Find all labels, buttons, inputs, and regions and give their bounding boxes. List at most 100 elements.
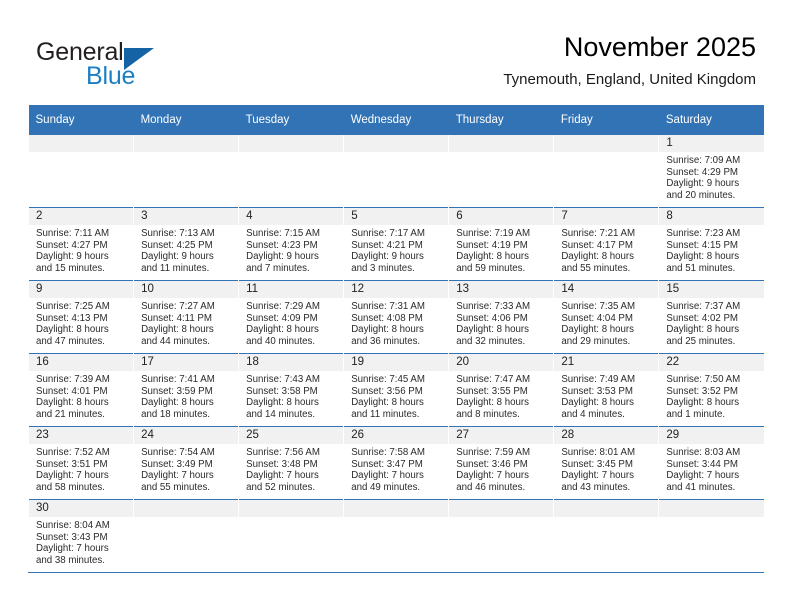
sunrise-time: Sunrise: 7:35 AM (561, 301, 636, 312)
day-details: Sunrise: 7:58 AM Sunset: 3:47 PM Daylight:… (344, 444, 448, 493)
day-number: 4 (239, 208, 344, 225)
sunset-time: Sunset: 3:49 PM (141, 458, 213, 470)
day-details: Sunrise: 8:03 AM Sunset: 3:44 PM Daylight:… (659, 444, 764, 493)
calendar-day-cell[interactable]: 22 Sunrise: 7:50 AM Sunset: 3:52 PM Dayligh… (658, 353, 764, 427)
calendar-day-cell[interactable]: 16 Sunrise: 7:39 AM Sunset: 4:01 PM Dayligh… (27, 353, 134, 427)
sunset-time: Sunset: 4:27 PM (36, 239, 108, 251)
daylight-duration-line1: Daylight: 8 hours (246, 324, 319, 336)
sunset-time: Sunset: 4:02 PM (666, 312, 738, 324)
day-number (344, 500, 449, 517)
sunrise-time: Sunrise: 7:47 AM (456, 374, 531, 385)
day-details: Sunrise: 7:27 AM Sunset: 4:11 PM Daylight:… (134, 298, 238, 347)
daylight-duration-line1: Daylight: 8 hours (36, 324, 109, 336)
calendar-day-cell[interactable]: 4 Sunrise: 7:15 AM Sunset: 4:23 PM Daylight… (238, 207, 344, 281)
day-details: Sunrise: 7:49 AM Sunset: 3:53 PM Daylight:… (554, 371, 658, 420)
weekday-header-monday: Monday (133, 105, 239, 135)
day-number: 23 (29, 427, 134, 444)
day-details: Sunrise: 7:50 AM Sunset: 3:52 PM Daylight:… (659, 371, 764, 420)
calendar-day-cell[interactable]: 27 Sunrise: 7:59 AM Sunset: 3:46 PM Dayligh… (448, 426, 554, 500)
sunset-time: Sunset: 3:59 PM (141, 385, 213, 397)
sunset-time: Sunset: 4:19 PM (456, 239, 528, 251)
daylight-duration-line2: and 18 minutes. (141, 408, 210, 420)
daylight-duration-line2: and 11 minutes. (351, 408, 420, 420)
daylight-duration-line1: Daylight: 7 hours (666, 470, 740, 482)
day-number: 10 (134, 281, 239, 298)
sunset-time: Sunset: 3:51 PM (36, 458, 108, 470)
sunrise-time: Sunrise: 7:59 AM (456, 447, 531, 458)
calendar-day-cell[interactable]: 6 Sunrise: 7:19 AM Sunset: 4:19 PM Daylight… (448, 207, 554, 281)
day-details: Sunrise: 7:43 AM Sunset: 3:58 PM Daylight:… (239, 371, 343, 420)
calendar-day-cell[interactable]: 26 Sunrise: 7:58 AM Sunset: 3:47 PM Dayligh… (343, 426, 449, 500)
calendar-day-cell[interactable]: 20 Sunrise: 7:47 AM Sunset: 3:55 PM Dayligh… (448, 353, 554, 427)
sunset-time: Sunset: 4:01 PM (36, 385, 108, 397)
day-number (449, 135, 554, 152)
day-number: 6 (449, 208, 554, 225)
calendar-day-cell[interactable]: 8 Sunrise: 7:23 AM Sunset: 4:15 PM Daylight… (658, 207, 764, 281)
day-details: Sunrise: 7:47 AM Sunset: 3:55 PM Daylight:… (449, 371, 553, 420)
day-details: Sunrise: 8:01 AM Sunset: 3:45 PM Daylight:… (554, 444, 658, 493)
sunrise-time: Sunrise: 7:45 AM (351, 374, 425, 385)
calendar-day-cell[interactable]: 29 Sunrise: 8:03 AM Sunset: 3:44 PM Dayligh… (658, 426, 764, 500)
sunset-time: Sunset: 4:15 PM (666, 239, 738, 251)
calendar-day-cell[interactable]: 14 Sunrise: 7:35 AM Sunset: 4:04 PM Dayligh… (553, 280, 659, 354)
calendar-day-cell[interactable]: 13 Sunrise: 7:33 AM Sunset: 4:06 PM Dayligh… (448, 280, 554, 354)
day-details: Sunrise: 7:54 AM Sunset: 3:49 PM Daylight:… (134, 444, 238, 493)
day-details: Sunrise: 7:33 AM Sunset: 4:06 PM Daylight:… (449, 298, 553, 347)
day-details: Sunrise: 7:45 AM Sunset: 3:56 PM Daylight:… (344, 371, 448, 420)
daylight-duration-line2: and 29 minutes. (561, 335, 631, 347)
calendar-day-cell[interactable]: 25 Sunrise: 7:56 AM Sunset: 3:48 PM Dayligh… (238, 426, 344, 500)
sunset-time: Sunset: 3:48 PM (246, 458, 318, 470)
calendar-empty-cell (343, 499, 449, 572)
day-number (554, 135, 659, 152)
daylight-duration-line1: Daylight: 8 hours (666, 251, 740, 263)
calendar-empty-cell (343, 134, 449, 208)
calendar-week-row: 16 Sunrise: 7:39 AM Sunset: 4:01 PM Dayligh… (27, 353, 764, 427)
calendar-day-cell[interactable]: 24 Sunrise: 7:54 AM Sunset: 3:49 PM Dayligh… (133, 426, 239, 500)
sunrise-time: Sunrise: 7:25 AM (36, 301, 110, 312)
daylight-duration-line2: and 49 minutes. (351, 481, 421, 493)
calendar-day-cell[interactable]: 11 Sunrise: 7:29 AM Sunset: 4:09 PM Dayligh… (238, 280, 344, 354)
calendar-day-cell[interactable]: 19 Sunrise: 7:45 AM Sunset: 3:56 PM Dayligh… (343, 353, 449, 427)
sunrise-time: Sunrise: 7:09 AM (666, 155, 741, 166)
calendar-day-cell[interactable]: 18 Sunrise: 7:43 AM Sunset: 3:58 PM Dayligh… (238, 353, 344, 427)
calendar-day-cell[interactable]: 30 Sunrise: 8:04 AM Sunset: 3:43 PM Dayligh… (27, 499, 134, 572)
sunrise-time: Sunrise: 7:31 AM (351, 301, 425, 312)
sunset-time: Sunset: 4:29 PM (666, 166, 738, 178)
calendar-day-cell[interactable]: 28 Sunrise: 8:01 AM Sunset: 3:45 PM Dayligh… (553, 426, 659, 500)
daylight-duration-line1: Daylight: 8 hours (561, 324, 635, 336)
daylight-duration-line1: Daylight: 8 hours (456, 397, 529, 409)
page-header: General Blue November 2025 Tynemouth, En… (0, 0, 792, 103)
calendar-day-cell[interactable]: 1 Sunrise: 7:09 AM Sunset: 4:29 PM Daylight… (658, 134, 764, 208)
calendar-day-cell[interactable]: 3 Sunrise: 7:13 AM Sunset: 4:25 PM Daylight… (133, 207, 239, 281)
day-number: 20 (449, 354, 554, 371)
calendar-day-cell[interactable]: 21 Sunrise: 7:49 AM Sunset: 3:53 PM Dayligh… (553, 353, 659, 427)
calendar-day-cell[interactable]: 7 Sunrise: 7:21 AM Sunset: 4:17 PM Daylight… (553, 207, 659, 281)
sunrise-time: Sunrise: 7:52 AM (36, 447, 110, 458)
calendar-day-cell[interactable]: 2 Sunrise: 7:11 AM Sunset: 4:27 PM Daylight… (27, 207, 134, 281)
sunset-time: Sunset: 4:04 PM (561, 312, 633, 324)
day-details: Sunrise: 7:11 AM Sunset: 4:27 PM Daylight:… (29, 225, 133, 274)
day-number (134, 500, 239, 517)
sunrise-time: Sunrise: 7:43 AM (246, 374, 320, 385)
daylight-duration-line1: Daylight: 8 hours (561, 251, 635, 263)
calendar-day-cell[interactable]: 12 Sunrise: 7:31 AM Sunset: 4:08 PM Dayligh… (343, 280, 449, 354)
daylight-duration-line2: and 1 minute. (666, 408, 726, 420)
calendar-day-cell[interactable]: 15 Sunrise: 7:37 AM Sunset: 4:02 PM Dayligh… (658, 280, 764, 354)
calendar-day-cell[interactable]: 9 Sunrise: 7:25 AM Sunset: 4:13 PM Daylight… (27, 280, 134, 354)
weekday-header-sunday: Sunday (28, 105, 134, 135)
sunrise-time: Sunrise: 7:29 AM (246, 301, 320, 312)
day-details: Sunrise: 7:59 AM Sunset: 3:46 PM Daylight:… (449, 444, 553, 493)
daylight-duration-line2: and 32 minutes. (456, 335, 526, 347)
daylight-duration-line1: Daylight: 8 hours (456, 251, 529, 263)
calendar-day-cell[interactable]: 17 Sunrise: 7:41 AM Sunset: 3:59 PM Dayligh… (133, 353, 239, 427)
daylight-duration-line2: and 20 minutes. (666, 189, 736, 201)
day-details: Sunrise: 7:25 AM Sunset: 4:13 PM Daylight:… (29, 298, 133, 347)
calendar-week-row: 1 Sunrise: 7:09 AM Sunset: 4:29 PM Daylight… (27, 134, 764, 208)
calendar-day-cell[interactable]: 5 Sunrise: 7:17 AM Sunset: 4:21 PM Daylight… (343, 207, 449, 281)
daylight-duration-line2: and 14 minutes. (246, 408, 316, 420)
sunrise-time: Sunrise: 7:27 AM (141, 301, 215, 312)
day-number: 17 (134, 354, 239, 371)
calendar-day-cell[interactable]: 23 Sunrise: 7:52 AM Sunset: 3:51 PM Dayligh… (27, 426, 134, 500)
calendar-day-cell[interactable]: 10 Sunrise: 7:27 AM Sunset: 4:11 PM Dayligh… (133, 280, 239, 354)
sunset-time: Sunset: 3:58 PM (246, 385, 318, 397)
